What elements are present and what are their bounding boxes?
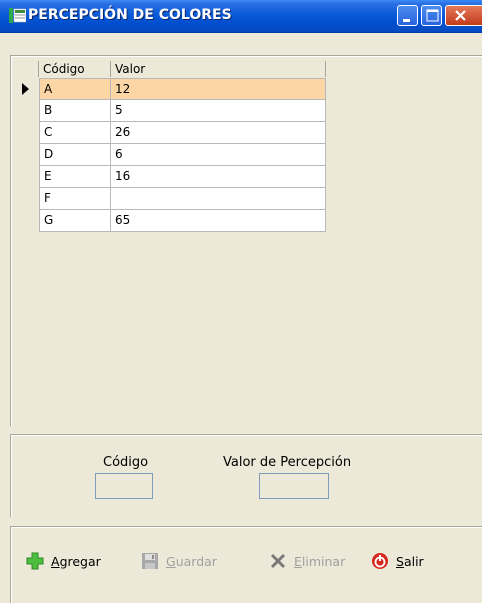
codigo-input[interactable] xyxy=(95,473,153,499)
row-selector[interactable] xyxy=(17,78,39,100)
row-selector-header xyxy=(17,61,39,77)
cell-codigo[interactable]: G xyxy=(39,210,111,232)
grid-header: Código Valor xyxy=(17,61,326,78)
row-selector[interactable] xyxy=(17,122,39,144)
cell-codigo[interactable]: E xyxy=(39,166,111,188)
close-icon xyxy=(455,10,466,21)
cell-valor[interactable] xyxy=(111,188,326,210)
power-icon xyxy=(371,552,389,570)
column-header-valor[interactable]: Valor xyxy=(111,61,326,77)
eliminar-label: Eliminar xyxy=(294,553,346,569)
salir-button[interactable]: Salir xyxy=(371,551,424,571)
maximize-button[interactable] xyxy=(421,5,442,26)
app-icon xyxy=(9,8,27,23)
x-icon xyxy=(269,552,287,570)
current-row-arrow-icon xyxy=(22,83,29,95)
agregar-button[interactable]: Agregar xyxy=(26,551,101,571)
cell-valor[interactable]: 26 xyxy=(111,122,326,144)
row-selector[interactable] xyxy=(17,210,39,232)
table-row[interactable]: F xyxy=(17,188,326,210)
minimize-icon xyxy=(403,19,410,22)
row-selector[interactable] xyxy=(17,188,39,210)
table-row[interactable]: B 5 xyxy=(17,100,326,122)
table-row[interactable]: C 26 xyxy=(17,122,326,144)
table-row[interactable]: G 65 xyxy=(17,210,326,232)
column-header-codigo[interactable]: Código xyxy=(39,61,111,77)
data-grid[interactable]: Código Valor A 12 B 5 C 26 D 6 E 16 F G … xyxy=(10,55,482,426)
close-button[interactable] xyxy=(445,5,482,26)
guardar-label: Guardar xyxy=(166,553,217,569)
cell-valor[interactable]: 6 xyxy=(111,144,326,166)
plus-icon xyxy=(26,552,44,570)
input-group: Código Valor de Percepción xyxy=(10,434,482,517)
valor-percepcion-input[interactable] xyxy=(259,473,329,499)
agregar-label: Agregar xyxy=(51,553,101,569)
cell-codigo[interactable]: F xyxy=(39,188,111,210)
valor-percepcion-label: Valor de Percepción xyxy=(223,455,352,470)
table-row[interactable]: D 6 xyxy=(17,144,326,166)
title-bar[interactable]: PERCEPCIÓN DE COLORES xyxy=(0,0,482,33)
window-title: PERCEPCIÓN DE COLORES xyxy=(28,7,232,23)
table-row[interactable]: E 16 xyxy=(17,166,326,188)
row-selector[interactable] xyxy=(17,144,39,166)
cell-codigo[interactable]: C xyxy=(39,122,111,144)
guardar-button[interactable]: Guardar xyxy=(141,551,217,571)
grid-rows: A 12 B 5 C 26 D 6 E 16 F G 65 xyxy=(17,78,326,232)
codigo-label: Código xyxy=(103,455,149,470)
salir-label: Salir xyxy=(396,553,424,569)
cell-codigo[interactable]: D xyxy=(39,144,111,166)
floppy-disk-icon xyxy=(141,552,159,570)
row-selector[interactable] xyxy=(17,166,39,188)
cell-codigo[interactable]: A xyxy=(39,78,111,100)
cell-codigo[interactable]: B xyxy=(39,100,111,122)
cell-valor[interactable]: 5 xyxy=(111,100,326,122)
cell-valor[interactable]: 16 xyxy=(111,166,326,188)
maximize-icon xyxy=(426,9,439,22)
cell-valor[interactable]: 12 xyxy=(111,78,326,100)
table-row[interactable]: A 12 xyxy=(17,78,326,100)
eliminar-button[interactable]: Eliminar xyxy=(269,551,345,571)
cell-valor[interactable]: 65 xyxy=(111,210,326,232)
row-selector[interactable] xyxy=(17,100,39,122)
toolbar: Agregar Guardar Eliminar Salir xyxy=(10,526,482,603)
minimize-button[interactable] xyxy=(397,5,418,26)
